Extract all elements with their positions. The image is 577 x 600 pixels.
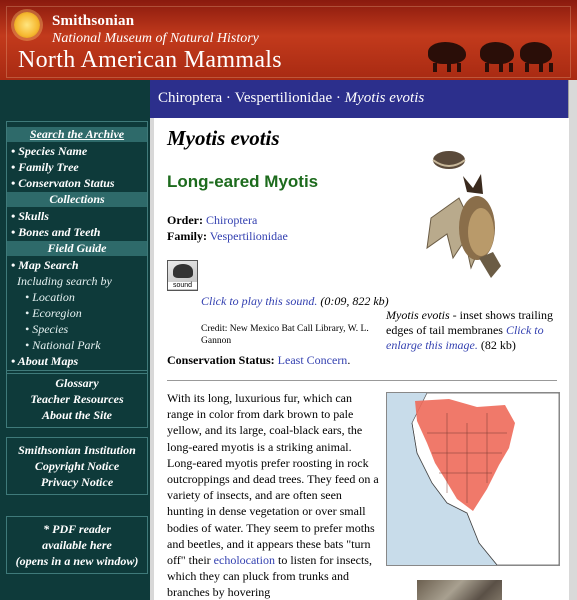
main-content: Myotis evotis Long-eared Myotis Order: C… <box>150 118 569 600</box>
taxonomy-breadcrumb: Chiroptera · Vespertilionidae · Myotis e… <box>150 80 569 118</box>
nav-privacy-notice[interactable]: Privacy Notice <box>7 474 147 490</box>
nav-pdf-reader[interactable]: * PDF reader <box>7 521 147 537</box>
page-title: Myotis evotis <box>167 126 280 150</box>
sidebar: Search the Archive • Species Name • Fami… <box>0 80 150 600</box>
habitat-photo[interactable] <box>417 580 502 600</box>
section-divider <box>167 380 557 381</box>
nav-item-ecoregion[interactable]: • Ecoregion <box>7 305 147 321</box>
museum-name[interactable]: National Museum of Natural History <box>52 31 259 47</box>
nav-item-map-search[interactable]: • Map Search <box>7 257 147 273</box>
bat-fur <box>468 208 494 256</box>
nav-item-bones-teeth[interactable]: • Bones and Teeth <box>7 224 147 240</box>
order-label: Order: <box>167 213 203 227</box>
bat-illustration[interactable] <box>419 148 529 283</box>
family-link[interactable]: Vespertilionidae <box>210 229 288 243</box>
bat-head <box>463 174 483 194</box>
order-link[interactable]: Chiroptera <box>206 213 257 227</box>
breadcrumb-species: Myotis evotis <box>344 90 425 106</box>
nav-pdf-panel: * PDF reader available here (opens in a … <box>6 516 148 574</box>
play-sound-line: Click to play this sound. (0:09, 822 kb) <box>201 294 391 309</box>
conservation-status: Conservation Status: Least Concern. <box>167 353 350 368</box>
taxonomy-info: Order: Chiroptera Family: Vespertilionid… <box>167 212 288 244</box>
bison-silhouette <box>520 42 552 72</box>
caption-species: Myotis evotis <box>386 308 450 322</box>
breadcrumb-separator: · <box>225 90 231 106</box>
nav-search-panel: Search the Archive • Species Name • Fami… <box>6 121 148 374</box>
conservation-period: . <box>347 353 351 367</box>
nav-item-family-tree[interactable]: • Family Tree <box>7 159 147 175</box>
common-name-heading: Long-eared Myotis <box>167 172 319 191</box>
nav-item-species-name[interactable]: • Species Name <box>7 143 147 159</box>
nav-glossary[interactable]: Glossary <box>7 375 147 391</box>
breadcrumb-family[interactable]: Vespertilionidae <box>235 90 332 106</box>
nav-collections-heading: Collections <box>7 192 147 207</box>
nav-item-national-park[interactable]: • National Park <box>7 337 147 353</box>
sound-credit: Credit: New Mexico Bat Call Library, W. … <box>201 324 369 346</box>
sound-icon[interactable]: sound <box>167 260 198 291</box>
play-sound-link[interactable]: Click to play this sound. <box>201 294 317 308</box>
species-description: With its long, luxurious fur, which can … <box>167 390 380 600</box>
page-right-edge <box>568 80 577 600</box>
nav-teacher-resources[interactable]: Teacher Resources <box>7 391 147 407</box>
nav-item-about-maps[interactable]: • About Maps <box>7 353 147 369</box>
nav-copyright-notice[interactable]: Copyright Notice <box>7 458 147 474</box>
range-map[interactable] <box>386 392 560 566</box>
nav-about-site[interactable]: About the Site <box>7 407 147 423</box>
bat-thumbnail-icon <box>173 264 193 278</box>
nav-field-guide-heading: Field Guide <box>7 241 147 256</box>
conservation-label: Conservation Status: <box>167 353 275 367</box>
nav-item-location[interactable]: • Location <box>7 289 147 305</box>
site-title[interactable]: North American Mammals <box>18 47 282 74</box>
breadcrumb-separator: · <box>335 90 341 106</box>
echolocation-link[interactable]: echolocation <box>214 553 275 567</box>
image-size-meta: (82 kb) <box>480 338 516 352</box>
conservation-link[interactable]: Least Concern <box>278 353 348 367</box>
sound-icon-label: sound <box>168 282 197 289</box>
breadcrumb-order[interactable]: Chiroptera <box>158 90 222 106</box>
nav-info-panel: Glossary Teacher Resources About the Sit… <box>6 370 148 428</box>
sound-meta: (0:09, 822 kb) <box>320 294 389 308</box>
nav-item-conservation-status[interactable]: • Conservaton Status <box>7 175 147 191</box>
nav-item-skulls[interactable]: • Skulls <box>7 208 147 224</box>
nav-smithsonian-panel: Smithsonian Institution Copyright Notice… <box>6 437 148 495</box>
bison-silhouette <box>480 42 514 72</box>
institution-name[interactable]: Smithsonian <box>52 13 134 30</box>
site-banner: Smithsonian National Museum of Natural H… <box>0 0 577 80</box>
nav-including-search: Including search by <box>17 274 112 288</box>
bison-silhouette <box>428 42 466 72</box>
image-caption: Myotis evotis - inset shows trailing edg… <box>386 308 566 353</box>
nav-item-species[interactable]: • Species <box>7 321 147 337</box>
description-text: With its long, luxurious fur, which can … <box>167 391 379 568</box>
nav-search-archive[interactable]: Search the Archive <box>7 127 147 142</box>
nav-pdf-new-window[interactable]: (opens in a new window) <box>7 553 147 569</box>
nav-smithsonian-institution[interactable]: Smithsonian Institution <box>7 442 147 458</box>
smithsonian-sun-icon[interactable] <box>14 12 40 38</box>
nav-pdf-available[interactable]: available here <box>7 537 147 553</box>
family-label: Family: <box>167 229 207 243</box>
